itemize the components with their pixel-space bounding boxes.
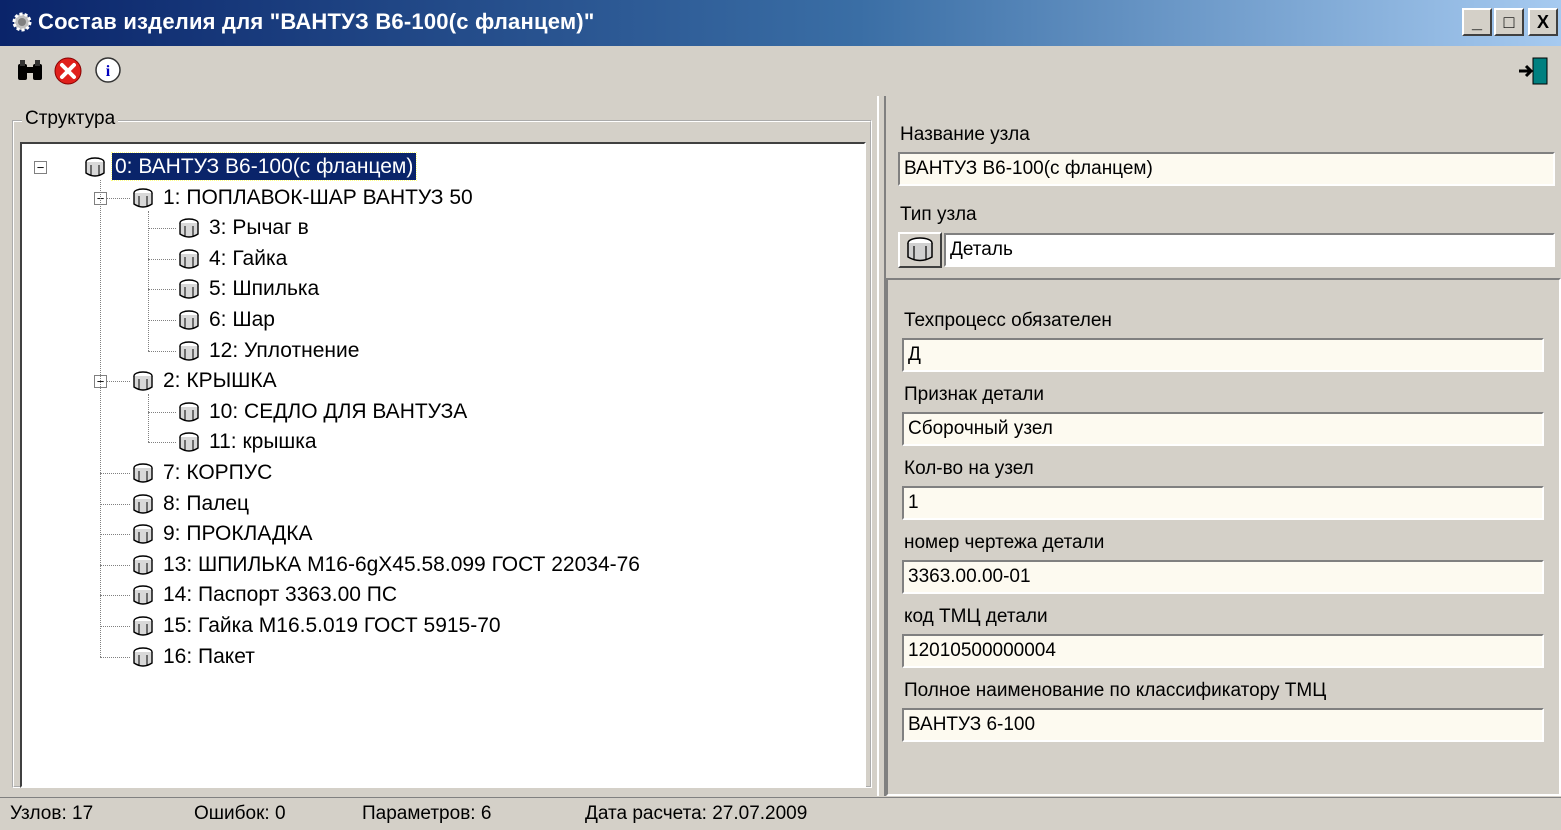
part-icon <box>907 237 933 262</box>
part-icon <box>176 215 202 241</box>
tree-node-label: 14: Паспорт 3363.00 ПС <box>163 583 398 607</box>
tree-node-label: 11: крышка <box>209 430 317 454</box>
tree-node-label: 6: Шар <box>209 308 275 331</box>
param-field[interactable]: Сборочный узел <box>902 412 1544 446</box>
tree-node-label: 9: ПРОКЛАДКА <box>163 522 313 546</box>
param-field[interactable]: ВАНТУЗ 6-100 <box>902 708 1544 742</box>
minimize-button[interactable]: _ <box>1462 8 1492 36</box>
cancel-button[interactable] <box>50 54 86 88</box>
panel-splitter[interactable] <box>877 96 886 796</box>
param-field[interactable]: 1 <box>902 486 1544 520</box>
toolbar: i <box>0 46 1561 96</box>
part-icon <box>130 521 156 547</box>
tree-connector <box>148 258 176 260</box>
tree-connector <box>148 228 176 230</box>
node-name-field[interactable]: ВАНТУЗ В6-100(с фланцем) <box>898 152 1555 186</box>
status-params: Параметров: 6 <box>362 803 492 824</box>
tree-node-label: 7: КОРПУС <box>163 461 273 484</box>
tree-connector <box>148 210 149 351</box>
info-button[interactable]: i <box>90 54 126 88</box>
exit-door-icon <box>1519 57 1548 85</box>
tree-connector <box>100 180 101 657</box>
window-title: Состав изделия для "ВАНТУЗ В6-100(с флан… <box>38 9 595 34</box>
part-icon <box>130 491 156 517</box>
binoculars-icon <box>18 60 42 80</box>
tree-connector <box>148 394 149 443</box>
maximize-button[interactable]: □ <box>1494 8 1524 36</box>
part-icon <box>130 552 156 578</box>
exit-button[interactable] <box>1515 54 1551 88</box>
tree-connector <box>100 534 130 536</box>
status-date: Дата расчета: 27.07.2009 <box>585 803 808 824</box>
tree-node-label: 13: ШПИЛЬКА М16-6gX45.58.099 ГОСТ 22034-… <box>163 552 640 576</box>
part-icon <box>130 582 156 608</box>
part-icon <box>176 399 202 425</box>
part-icon <box>130 644 156 670</box>
info-icon: i <box>95 57 121 83</box>
param-label: Техпроцесс обязателен <box>904 310 1112 331</box>
tree-connector <box>148 320 176 321</box>
tree-connector <box>148 350 176 352</box>
tree-expander[interactable]: − <box>34 161 47 174</box>
tree-connector <box>100 656 130 658</box>
structure-tree[interactable]: 0: ВАНТУЗ В6-100(с фланцем) − 1: ПОПЛАВОК-… <box>20 142 866 788</box>
tree-connector <box>100 626 130 627</box>
tree-node-label: 5: Шпилька <box>209 277 320 301</box>
part-icon <box>176 307 202 333</box>
node-type-field[interactable]: Деталь <box>944 233 1555 267</box>
close-button[interactable]: X <box>1528 8 1558 36</box>
tree-connector <box>100 473 130 474</box>
node-type-label: Тип узла <box>900 204 977 225</box>
part-icon <box>176 429 202 455</box>
gear-icon <box>12 12 32 32</box>
part-icon <box>176 246 202 272</box>
status-bar: Узлов: 17 Ошибок: 0 Параметров: 6 Дата р… <box>0 797 1561 830</box>
node-name-label: Название узла <box>900 124 1030 145</box>
tree-connector <box>100 595 130 597</box>
tree-node-label: 10: СЕДЛО ДЛЯ ВАНТУЗА <box>209 399 468 423</box>
tree-connector <box>148 442 176 444</box>
param-label: Кол-во на узел <box>904 458 1034 479</box>
param-field[interactable]: Д <box>902 338 1544 372</box>
param-label: код ТМЦ детали <box>904 606 1048 627</box>
node-info-panel: Название узла ВАНТУЗ В6-100(с фланцем) Т… <box>886 96 1561 276</box>
cancel-icon <box>54 57 82 85</box>
structure-label: Структура <box>22 108 119 130</box>
part-icon <box>82 154 108 180</box>
part-icon <box>130 368 156 394</box>
structure-panel: Структура 0: ВАНТУЗ В6-100(с фланцем) − 1:… <box>0 96 877 796</box>
tree-connector <box>100 503 130 505</box>
param-label: Признак детали <box>904 384 1044 405</box>
tree-connector <box>148 411 176 413</box>
status-nodes: Узлов: 17 <box>10 803 94 824</box>
tree-node-label: 0: ВАНТУЗ В6-100(с фланцем) <box>110 152 418 181</box>
parameters-panel: Техпроцесс обязателен Д Признак детали Сбор… <box>886 278 1561 796</box>
tree-node-label: 16: Пакет <box>163 644 255 668</box>
tree-connector <box>148 289 176 291</box>
param-field[interactable]: 12010500000004 <box>902 634 1544 668</box>
tree-node-label: 4: Гайка <box>209 246 288 270</box>
node-type-button[interactable] <box>898 232 942 268</box>
tree-connector <box>100 564 130 566</box>
tree-node-label: 1: ПОПЛАВОК-ШАР ВАНТУЗ 50 <box>163 185 473 209</box>
part-icon <box>176 338 202 364</box>
tree-node-label: 15: Гайка М16.5.019 ГОСТ 5915-70 <box>163 614 501 637</box>
part-icon <box>130 185 156 211</box>
part-icon <box>176 276 202 302</box>
title-bar[interactable]: Состав изделия для "ВАНТУЗ В6-100(с флан… <box>0 0 1561 46</box>
part-icon <box>130 460 156 486</box>
param-field[interactable]: 3363.00.00-01 <box>902 560 1544 594</box>
param-label: Полное наименование по классификатору ТМ… <box>904 680 1327 701</box>
find-button[interactable] <box>12 54 48 88</box>
tree-node-label: 8: Палец <box>163 491 250 515</box>
param-label: номер чертежа детали <box>904 532 1105 553</box>
status-errors: Ошибок: 0 <box>194 803 286 824</box>
tree-node-label: 2: КРЫШКА <box>163 369 277 393</box>
svg-text:i: i <box>106 63 111 80</box>
part-icon <box>130 613 156 639</box>
tree-node-label: 3: Рычаг в <box>209 216 309 240</box>
tree-node-label: 12: Уплотнение <box>209 338 360 362</box>
